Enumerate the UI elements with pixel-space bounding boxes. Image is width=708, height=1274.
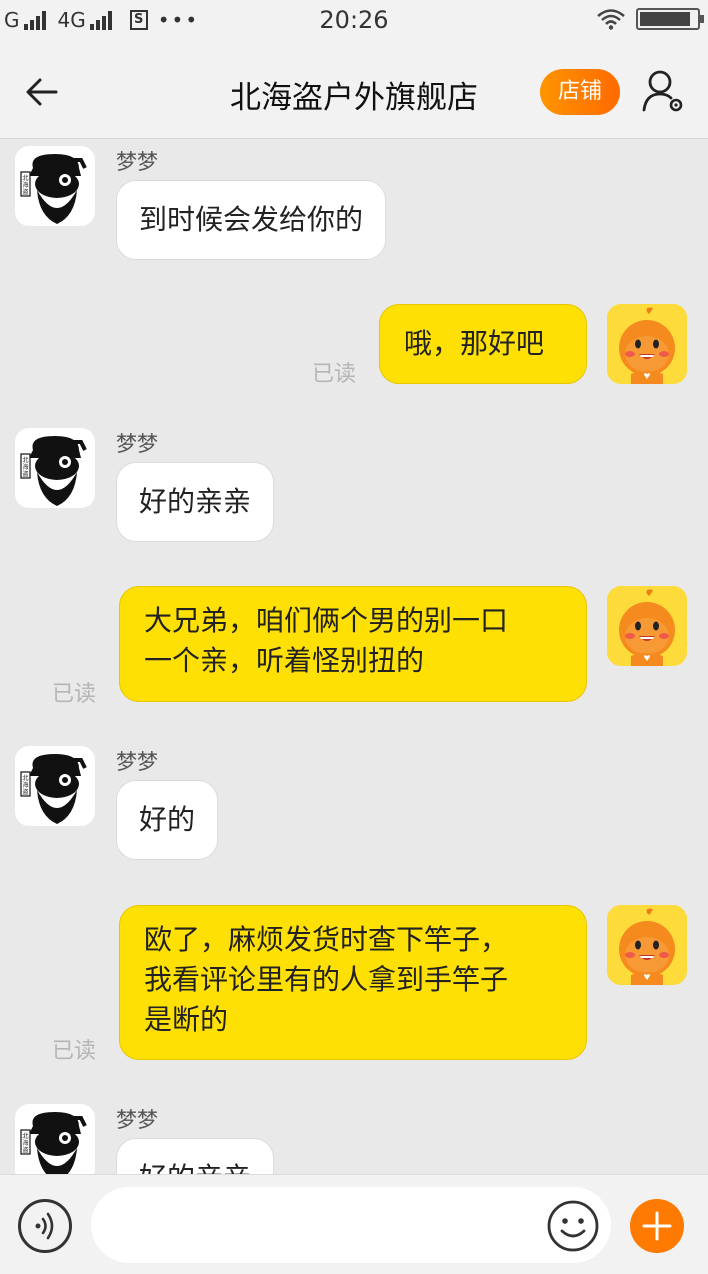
message-line: 欧了，麻烦发货时查下竿子， (144, 923, 509, 956)
pirate-logo-icon: 北 海 盗 (20, 1112, 87, 1174)
svg-text:北: 北 (22, 456, 28, 464)
svg-text:盗: 盗 (22, 788, 28, 796)
message-bubble[interactable]: 好的亲亲 (116, 462, 275, 542)
voice-icon[interactable] (18, 1199, 72, 1253)
message-line: 一个亲，听着怪别扭的 (144, 644, 425, 677)
sender-name: 梦梦 (116, 150, 158, 174)
message-bubble[interactable]: 好的 (116, 780, 219, 860)
message-bubble[interactable]: 好的亲亲 (116, 1138, 275, 1174)
message-line: 我看评论里有的人拿到手竿子 (144, 963, 509, 996)
nav-bar: 北海盗户外旗舰店 店铺 (0, 44, 708, 139)
seller-avatar[interactable]: 北 海 盗 (15, 1104, 95, 1174)
svg-text:盗: 盗 (22, 188, 28, 196)
svg-text:海: 海 (22, 781, 28, 789)
wifi-icon (597, 9, 625, 30)
pirate-logo-icon: 北 海 盗 (20, 154, 87, 224)
chat-area[interactable]: 北 海 盗 梦梦 到时候会发给你的 已读 哦，那好吧 北 海 盗 梦梦 好的亲亲… (0, 140, 708, 1174)
svg-text:海: 海 (22, 463, 28, 471)
input-bar (0, 1174, 708, 1274)
message-line: 大兄弟，咱们俩个男的别一口 (144, 604, 509, 637)
sender-name: 梦梦 (116, 750, 158, 774)
message-input[interactable] (91, 1187, 611, 1263)
status-bar: G 4G S ••• 20:26 (0, 0, 708, 44)
voice-waves-icon (35, 1212, 54, 1240)
svg-text:盗: 盗 (22, 470, 28, 478)
seller-avatar[interactable]: 北 海 盗 (15, 746, 95, 826)
message-bubble[interactable]: 哦，那好吧 (379, 304, 587, 384)
seller-avatar[interactable]: 北 海 盗 (15, 146, 95, 226)
my-avatar[interactable] (607, 586, 687, 666)
message-bubble[interactable]: 欧了，麻烦发货时查下竿子， 我看评论里有的人拿到手竿子 是断的 (119, 905, 587, 1060)
pirate-logo-icon: 北 海 盗 (20, 754, 87, 824)
svg-text:盗: 盗 (22, 1146, 28, 1154)
svg-text:北: 北 (22, 774, 28, 782)
message-line: 是断的 (144, 1003, 229, 1036)
plus-cross-icon (642, 1211, 672, 1241)
message-bubble[interactable]: 到时候会发给你的 (116, 180, 387, 260)
message-bubble[interactable]: 大兄弟，咱们俩个男的别一口 一个亲，听着怪别扭的 (119, 586, 587, 702)
read-status: 已读 (52, 682, 97, 707)
user-settings-icon[interactable] (640, 68, 686, 114)
my-avatar[interactable] (607, 905, 687, 985)
shop-button[interactable]: 店铺 (540, 69, 620, 115)
svg-text:海: 海 (22, 1139, 28, 1147)
svg-text:海: 海 (22, 181, 28, 189)
logo-text: 北 (22, 174, 28, 182)
seller-avatar[interactable]: 北 海 盗 (15, 428, 95, 508)
my-avatar[interactable] (607, 304, 687, 384)
battery-icon (636, 8, 704, 30)
read-status: 已读 (52, 1039, 97, 1064)
read-status: 已读 (312, 362, 357, 387)
mascot-avatar-icon (607, 304, 687, 384)
mascot-avatar-icon (607, 586, 687, 666)
pirate-logo-icon: 北 海 盗 (20, 436, 87, 506)
svg-text:北: 北 (22, 1132, 28, 1140)
status-right (596, 8, 704, 30)
sender-name: 梦梦 (116, 1108, 158, 1132)
battery-level (640, 12, 690, 26)
plus-icon[interactable] (630, 1199, 684, 1253)
sender-name: 梦梦 (116, 432, 158, 456)
mascot-avatar-icon (607, 905, 687, 985)
emoji-icon[interactable] (546, 1199, 600, 1253)
